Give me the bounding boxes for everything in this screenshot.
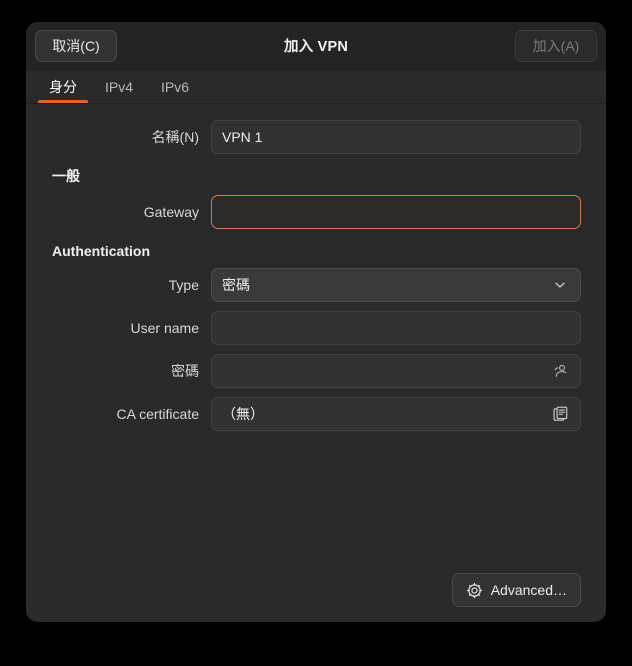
name-value: VPN 1 (222, 129, 263, 145)
password-row: 密碼 (51, 354, 581, 388)
ca-certificate-value: （無） (222, 406, 264, 422)
advanced-button[interactable]: Advanced… (451, 573, 581, 607)
type-label: Type (168, 277, 199, 293)
tab-identity[interactable]: 身分 (35, 70, 91, 103)
type-dropdown[interactable]: 密碼 (211, 268, 581, 302)
gateway-row: Gateway (51, 195, 581, 229)
type-row: Type 密碼 (51, 268, 581, 302)
user-name-field[interactable] (211, 311, 581, 345)
tab-bar: 身分 IPv4 IPv6 (26, 70, 606, 104)
user-name-row: User name (51, 311, 581, 345)
chevron-down-icon (550, 275, 570, 295)
document-open-icon[interactable] (550, 404, 570, 424)
person-icon[interactable] (550, 361, 570, 381)
password-label: 密碼 (171, 363, 199, 379)
tab-ipv6[interactable]: IPv6 (147, 70, 203, 103)
ca-certificate-label: CA certificate (116, 406, 199, 422)
tab-ipv4[interactable]: IPv4 (91, 70, 147, 103)
user-name-label: User name (130, 320, 199, 336)
name-label: 名稱(N) (151, 129, 199, 145)
add-button[interactable]: 加入(A) (515, 29, 597, 62)
ca-certificate-field[interactable]: （無） (211, 397, 581, 431)
name-row: 名稱(N) VPN 1 (51, 120, 581, 154)
general-section-title: 一般 (52, 168, 80, 184)
add-vpn-dialog: 取消(C) 加入 VPN 加入(A) 身分 IPv4 IPv6 名稱(N) VP… (26, 22, 606, 622)
name-field[interactable]: VPN 1 (211, 120, 581, 154)
gear-icon (466, 582, 483, 599)
type-value: 密碼 (222, 277, 250, 293)
advanced-button-label: Advanced… (490, 582, 567, 598)
gateway-field[interactable] (211, 195, 581, 229)
dialog-footer: Advanced… (26, 568, 606, 622)
password-field[interactable] (211, 354, 581, 388)
dialog-header-bar: 取消(C) 加入 VPN 加入(A) (26, 22, 606, 70)
identity-tab-panel: 名稱(N) VPN 1 一般 Gateway Authentication Ty… (26, 104, 606, 622)
ca-certificate-row: CA certificate （無） (51, 397, 581, 431)
authentication-section-title: Authentication (52, 243, 150, 259)
gateway-label: Gateway (143, 204, 199, 220)
cancel-button[interactable]: 取消(C) (35, 29, 117, 62)
